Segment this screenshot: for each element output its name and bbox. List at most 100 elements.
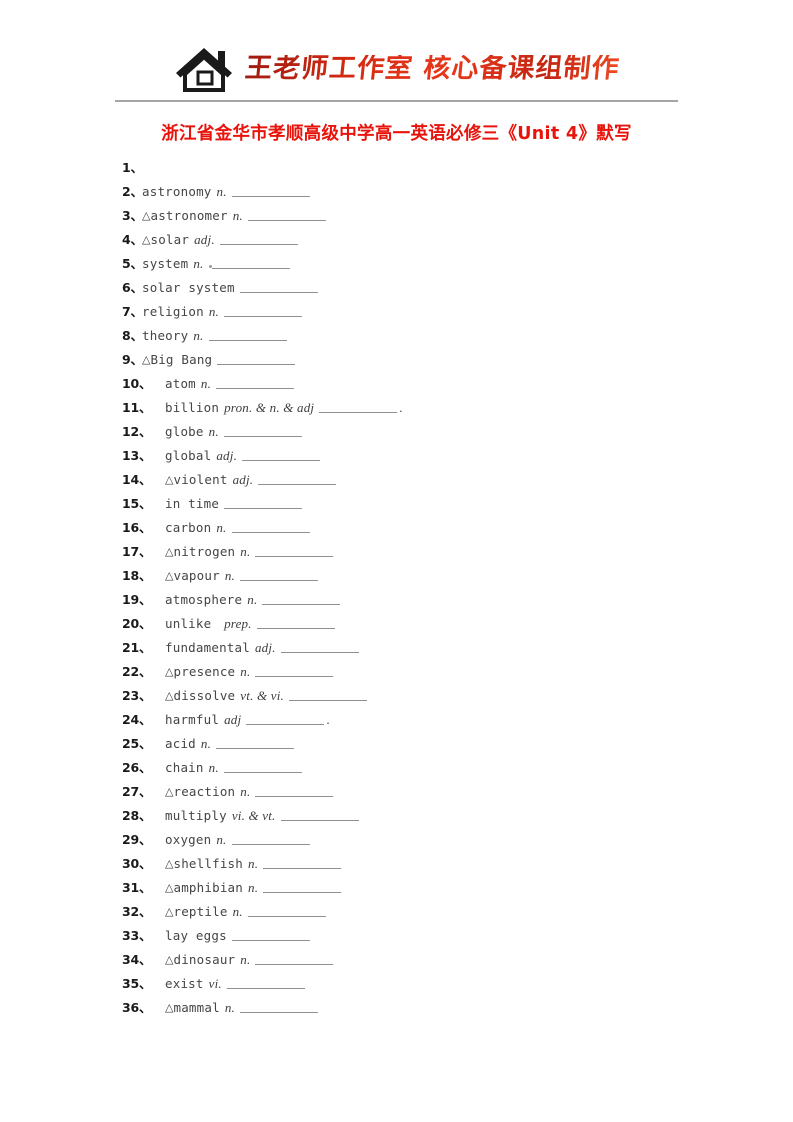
vocabulary-row: 14、 △ violent adj. bbox=[0, 468, 793, 492]
row-content: global adj. bbox=[165, 444, 321, 468]
part-of-speech: n. bbox=[200, 736, 212, 751]
answer-blank[interactable] bbox=[239, 567, 318, 581]
part-of-speech: n. bbox=[232, 208, 243, 223]
vocabulary-row: 3、 △ astronomer n. bbox=[0, 204, 793, 228]
part-of-speech: n. bbox=[224, 568, 235, 583]
row-content: multiply vi. & vt. bbox=[165, 804, 359, 828]
answer-blank[interactable] bbox=[255, 543, 334, 557]
vocabulary-row: 17、 △ nitrogen n. bbox=[0, 540, 793, 564]
answer-blank[interactable] bbox=[216, 735, 295, 749]
vocabulary-row: 36、 △ mammal n. bbox=[0, 996, 793, 1020]
answer-blank[interactable] bbox=[247, 207, 326, 221]
answer-blank[interactable] bbox=[280, 639, 359, 653]
answer-blank[interactable] bbox=[263, 879, 342, 893]
answer-blank[interactable] bbox=[258, 471, 337, 485]
vocabulary-row: 22、 △ presence n. bbox=[0, 660, 793, 684]
answer-blank[interactable] bbox=[211, 255, 290, 269]
row-number: 2、 bbox=[122, 184, 143, 199]
answer-blank[interactable] bbox=[255, 783, 334, 797]
page-title: 浙江省金华市孝顺高级中学高一英语必修三《Unit 4》默写 bbox=[161, 124, 632, 144]
answer-blank[interactable] bbox=[239, 279, 318, 293]
row-content: △ nitrogen n. bbox=[165, 540, 334, 564]
answer-blank[interactable] bbox=[231, 831, 310, 845]
vocabulary-term: in time bbox=[165, 496, 220, 511]
row-number: 29、 bbox=[122, 832, 152, 847]
triangle-marker-icon: △ bbox=[165, 473, 174, 486]
triangle-marker-icon: △ bbox=[165, 545, 174, 558]
trailing-punctuation: . bbox=[399, 400, 403, 415]
vocabulary-term: billion bbox=[165, 400, 220, 415]
answer-blank[interactable] bbox=[223, 303, 302, 317]
answer-blank[interactable] bbox=[247, 903, 326, 917]
header-banner: 王老师工作室 核心备课组制作 bbox=[0, 38, 793, 100]
row-number: 33、 bbox=[122, 928, 152, 943]
row-content: △ astronomer n. bbox=[142, 204, 326, 228]
triangle-marker-icon: △ bbox=[142, 233, 151, 246]
answer-blank[interactable] bbox=[288, 687, 367, 701]
row-number: 19、 bbox=[122, 592, 152, 607]
answer-blank[interactable] bbox=[246, 711, 325, 725]
row-content: △ reptile n. bbox=[165, 900, 326, 924]
answer-blank[interactable] bbox=[226, 975, 305, 989]
vocabulary-term: solar system bbox=[142, 280, 235, 295]
answer-blank[interactable] bbox=[242, 447, 321, 461]
answer-blank[interactable] bbox=[216, 375, 295, 389]
row-content: fundamental adj. bbox=[165, 636, 359, 660]
part-of-speech: n. bbox=[193, 328, 204, 343]
answer-blank[interactable] bbox=[263, 855, 342, 869]
answer-blank[interactable] bbox=[224, 495, 303, 509]
trailing-punctuation: . bbox=[326, 712, 330, 727]
row-content: system n. bbox=[142, 252, 290, 276]
vocabulary-row: 25、 acid n. bbox=[0, 732, 793, 756]
answer-blank[interactable] bbox=[219, 231, 298, 245]
part-of-speech: n. bbox=[232, 904, 243, 919]
house-logo-icon bbox=[176, 48, 233, 92]
answer-blank[interactable] bbox=[231, 927, 310, 941]
answer-blank[interactable] bbox=[280, 807, 359, 821]
vocabulary-row: 6、 solar system bbox=[0, 276, 793, 300]
vocabulary-term: religion bbox=[142, 304, 204, 319]
vocabulary-term: astronomer bbox=[150, 208, 228, 223]
row-content: lay eggs bbox=[165, 924, 310, 948]
vocabulary-term: theory bbox=[142, 328, 189, 343]
answer-blank[interactable] bbox=[231, 183, 310, 197]
vocabulary-term: acid bbox=[165, 736, 196, 751]
row-number: 34、 bbox=[122, 952, 152, 967]
vocabulary-term: harmful bbox=[165, 712, 220, 727]
answer-blank[interactable] bbox=[256, 615, 335, 629]
vocabulary-row: 32、 △ reptile n. bbox=[0, 900, 793, 924]
vocabulary-term: carbon bbox=[165, 520, 212, 535]
answer-blank[interactable] bbox=[208, 327, 287, 341]
vocabulary-term: dissolve bbox=[173, 688, 236, 703]
row-content: religion n. bbox=[142, 300, 302, 324]
answer-blank[interactable] bbox=[239, 999, 318, 1013]
row-number: 11、 bbox=[122, 400, 152, 415]
part-of-speech: n. bbox=[216, 520, 227, 535]
vocabulary-term: dinosaur bbox=[173, 952, 236, 967]
answer-blank[interactable] bbox=[255, 663, 334, 677]
vocabulary-term: globe bbox=[165, 424, 204, 439]
part-of-speech: adj bbox=[224, 712, 242, 727]
answer-blank[interactable] bbox=[262, 591, 341, 605]
document-page: 王老师工作室 核心备课组制作 浙江省金华市孝顺高级中学高一英语必修三《Unit … bbox=[0, 0, 793, 1122]
answer-blank[interactable] bbox=[223, 423, 302, 437]
vocabulary-row: 26、 chain n. bbox=[0, 756, 793, 780]
triangle-marker-icon: △ bbox=[165, 953, 174, 966]
row-number: 22、 bbox=[122, 664, 152, 679]
row-content: carbon n. bbox=[165, 516, 310, 540]
part-of-speech: n. bbox=[248, 880, 259, 895]
part-of-speech: prep. bbox=[224, 616, 252, 631]
answer-blank[interactable] bbox=[223, 759, 302, 773]
row-number: 9、 bbox=[122, 352, 143, 367]
vocabulary-row: 12、 globe n. bbox=[0, 420, 793, 444]
answer-blank[interactable] bbox=[255, 951, 334, 965]
triangle-marker-icon: △ bbox=[165, 569, 174, 582]
row-content: △ dinosaur n. bbox=[165, 948, 334, 972]
part-of-speech: n. bbox=[216, 832, 227, 847]
answer-blank[interactable] bbox=[231, 519, 310, 533]
row-number: 25、 bbox=[122, 736, 152, 751]
answer-blank[interactable] bbox=[319, 399, 398, 413]
row-content: △ presence n. bbox=[165, 660, 334, 684]
part-of-speech: adj. bbox=[194, 232, 215, 247]
answer-blank[interactable] bbox=[217, 351, 296, 365]
